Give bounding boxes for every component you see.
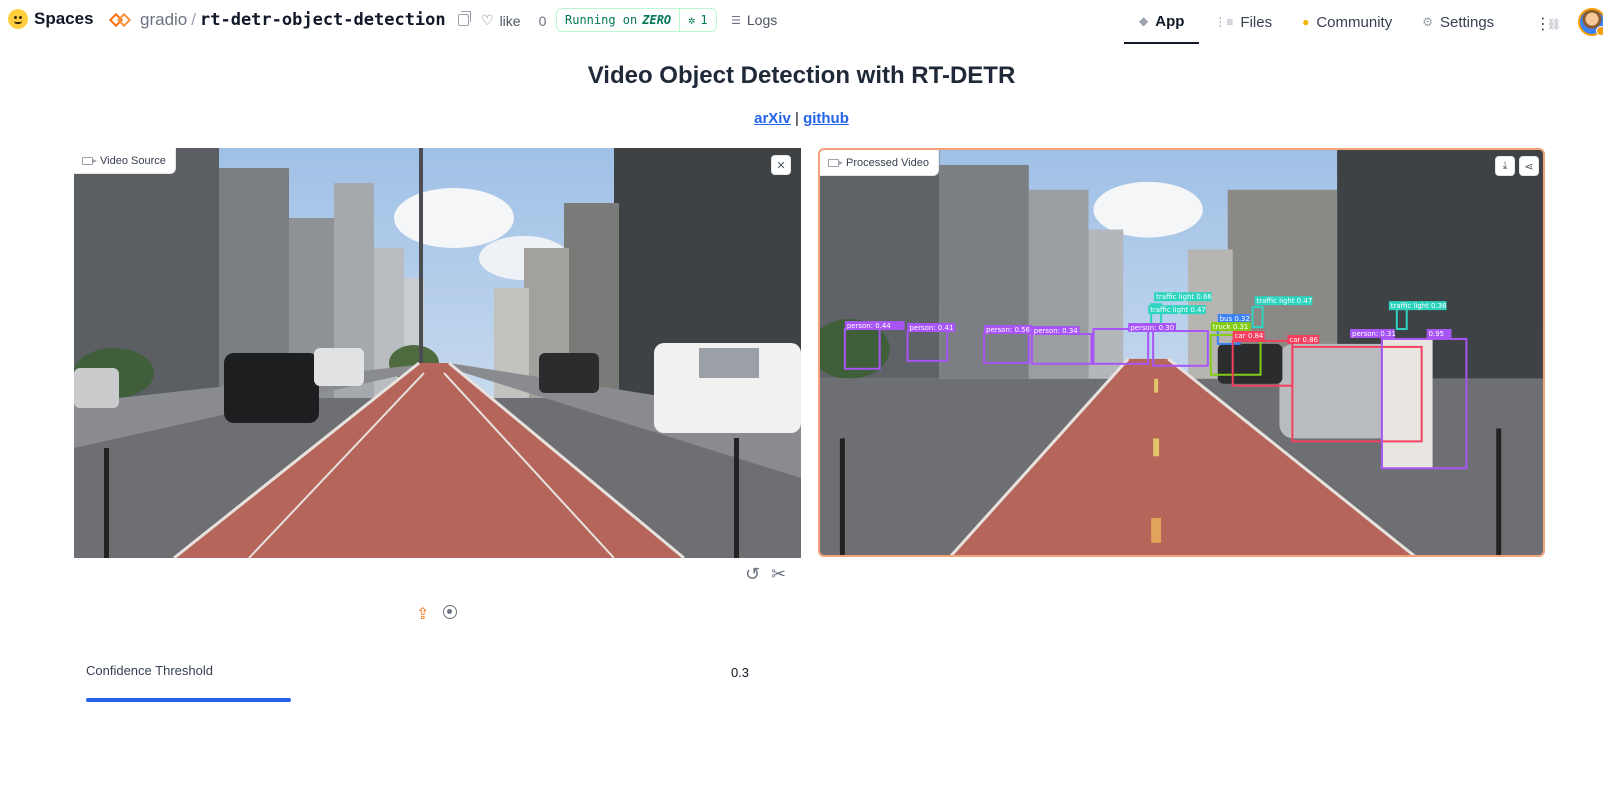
video-camera-icon xyxy=(828,158,843,167)
logs-icon: ☰ xyxy=(731,14,741,27)
like-label: like xyxy=(499,12,521,29)
arxiv-link[interactable]: arXiv xyxy=(754,110,791,127)
org-link[interactable]: gradio xyxy=(140,10,187,30)
tab-settings[interactable]: ⚙ Settings xyxy=(1407,0,1509,44)
svg-text:traffic light 0.47: traffic light 0.47 xyxy=(1257,297,1313,305)
upload-icon[interactable]: ⇪ xyxy=(416,604,429,624)
video-source-panel[interactable]: Video Source ✕ xyxy=(74,148,801,558)
svg-text:person: 0.56: person: 0.56 xyxy=(986,326,1030,334)
copy-icon[interactable] xyxy=(457,11,471,26)
webcam-icon[interactable] xyxy=(443,605,457,619)
fan-icon: ✲ xyxy=(688,13,696,27)
gear-icon: ⚙ xyxy=(1422,15,1433,29)
confidence-threshold-slider[interactable] xyxy=(86,698,291,702)
svg-text:truck 0.31: truck 0.31 xyxy=(1213,323,1249,331)
share-video-button[interactable]: ⋖ xyxy=(1519,156,1539,176)
tab-app[interactable]: ◆ App xyxy=(1124,0,1200,44)
share-icon: ⋖ xyxy=(1524,160,1534,173)
logs-button[interactable]: ☰ Logs xyxy=(731,12,777,28)
svg-text:person: 0.44: person: 0.44 xyxy=(847,322,891,330)
processed-video-frame: person: 0.44 person: 0.41 person: 0.56 p… xyxy=(820,150,1543,555)
app-icon: ◆ xyxy=(1139,14,1149,28)
svg-text:person: 0.41: person: 0.41 xyxy=(910,324,954,332)
clear-video-button[interactable]: ✕ xyxy=(771,155,791,175)
running-on-label: Running on ZERO xyxy=(557,9,681,31)
svg-text:person: 0.34: person: 0.34 xyxy=(1034,327,1078,335)
download-icon: ⤓ xyxy=(1502,159,1508,172)
undo-icon[interactable]: ↺ xyxy=(745,564,760,585)
spaces-label: Spaces xyxy=(34,9,94,28)
repo-breadcrumb: gradio / rt-detr-object-detection xyxy=(108,10,471,30)
svg-text:bus 0.32: bus 0.32 xyxy=(1220,315,1250,323)
space-tabs: ◆ App ⋮≡ Files ● Community ⚙ Settings xyxy=(1124,0,1509,44)
page-title: Video Object Detection with RT-DETR xyxy=(587,62,1016,89)
paper-links: arXiv | github xyxy=(0,110,1603,127)
video-source-label: Video Source xyxy=(74,148,176,174)
trim-scissors-icon[interactable]: ✂ xyxy=(771,564,786,585)
gradio-org-logo-icon xyxy=(108,12,132,28)
svg-text:person: 0.31: person: 0.31 xyxy=(1352,330,1396,338)
link-icon[interactable]: ⛓ xyxy=(1547,18,1561,31)
processed-video-label: Processed Video xyxy=(820,150,939,176)
zero-hardware-label: ZERO xyxy=(642,13,672,27)
hugging-face-logo-icon xyxy=(8,9,28,29)
top-navigation: Spaces gradio / rt-detr-object-detection… xyxy=(0,0,1603,44)
video-camera-icon xyxy=(82,156,97,165)
download-video-button[interactable]: ⤓ xyxy=(1495,156,1515,176)
tab-files[interactable]: ⋮≡ Files xyxy=(1199,0,1287,44)
community-icon: ● xyxy=(1302,15,1310,29)
like-button[interactable]: ♡ like 0 xyxy=(481,12,546,29)
heart-icon: ♡ xyxy=(481,12,494,28)
svg-text:traffic light 0.36: traffic light 0.36 xyxy=(1391,302,1447,310)
replica-count: ✲ 1 xyxy=(688,13,708,27)
svg-text:traffic light 0.47: traffic light 0.47 xyxy=(1150,306,1206,314)
close-icon: ✕ xyxy=(776,159,786,172)
breadcrumb-separator: / xyxy=(191,10,196,29)
svg-text:car 0.86: car 0.86 xyxy=(1289,336,1318,344)
confidence-threshold-label: Confidence Threshold xyxy=(86,663,213,678)
spaces-home-link[interactable]: Spaces xyxy=(8,9,94,29)
svg-text:0.95: 0.95 xyxy=(1429,330,1444,338)
like-count: 0 xyxy=(538,12,547,29)
files-icon: ⋮≡ xyxy=(1214,15,1234,29)
repo-name-link[interactable]: rt-detr-object-detection xyxy=(200,10,446,30)
video-source-frame xyxy=(74,148,801,558)
running-status-badge[interactable]: Running on ZERO ✲ 1 xyxy=(556,8,717,32)
processed-video-panel[interactable]: person: 0.44 person: 0.41 person: 0.56 p… xyxy=(818,148,1545,557)
user-avatar[interactable] xyxy=(1578,8,1603,36)
link-separator: | xyxy=(794,110,799,127)
svg-text:person: 0.30: person: 0.30 xyxy=(1130,324,1174,332)
svg-text:traffic light 0.66: traffic light 0.66 xyxy=(1156,293,1212,301)
confidence-threshold-value-input[interactable]: 0.3 xyxy=(720,665,760,680)
tab-community[interactable]: ● Community xyxy=(1287,0,1407,44)
github-link[interactable]: github xyxy=(803,110,849,127)
svg-text:car 0.84: car 0.84 xyxy=(1235,332,1264,340)
